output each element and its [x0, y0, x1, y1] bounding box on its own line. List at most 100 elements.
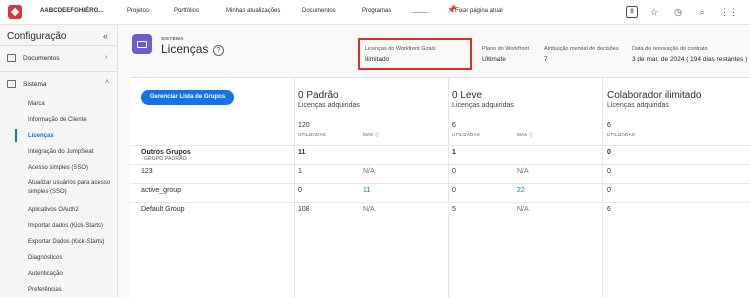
decisions-label: Atribuição mensal de decisões: [544, 46, 619, 52]
pin-page-link[interactable]: Fixar página atual: [455, 8, 503, 14]
cell-standard-max-link[interactable]: 11: [363, 187, 370, 194]
sidebar-item-diagnostics[interactable]: Diagnósticos: [28, 254, 62, 262]
light-used-caption: UTILIZADAS: [452, 132, 481, 137]
org-name[interactable]: AABCDEEFGHIÉRG...: [40, 8, 104, 14]
sidebar-item-oauth2[interactable]: Aplicativos OAuth2: [28, 206, 79, 214]
row-divider: [130, 202, 750, 203]
top-navigation-bar: AABCDEEFGHIÉRG... Projetos Portfólios Mi…: [0, 0, 750, 25]
cell-contributor-used: 0: [607, 168, 611, 175]
page-title: Licenças: [161, 42, 209, 56]
cell-standard-used: 11: [298, 149, 306, 156]
standard-licenses-subtitle: Licenças adquiridas: [298, 102, 360, 109]
sidebar-item-sso[interactable]: Acesso simples (SSO): [28, 164, 88, 172]
light-max-caption[interactable]: MAX ⓘ: [517, 132, 534, 138]
sidebar-section-system[interactable]: Sistema: [7, 80, 46, 88]
nav-programs[interactable]: Programas: [362, 8, 391, 14]
table-row: Outros Grupos: [141, 149, 191, 156]
sidebar-item-preferences[interactable]: Preferências: [28, 286, 62, 294]
main-content: SISTEMA Licenças ? Licenças do Workfront…: [118, 25, 750, 298]
cell-light-used: 0: [452, 168, 456, 175]
plan-value: Ultimate: [482, 56, 506, 63]
sidebar-item-export-data[interactable]: Exportar Dados (Kick-Starts): [28, 238, 104, 246]
apps-grid-icon[interactable]: ⋮⋮: [720, 6, 738, 18]
goals-licenses-label: Licenças do Workfront Goals: [365, 46, 436, 52]
sidebar-item-update-users-sso-line2[interactable]: simples (SSO): [28, 188, 67, 196]
sidebar-item-customer-info[interactable]: Informação de Cliente: [28, 116, 87, 124]
sidebar-item-jumpseat[interactable]: Integração do JumpSeat: [28, 148, 93, 156]
standard-used-caption: UTILIZADAS: [298, 132, 327, 137]
sidebar-item-brand[interactable]: Marca: [28, 100, 45, 108]
folder-icon: [7, 54, 16, 62]
divider: [0, 71, 118, 72]
cell-light-max: N/A: [517, 206, 529, 213]
cell-standard-used: 1: [298, 168, 302, 175]
plan-label: Plano do Workfront: [482, 46, 529, 52]
column-divider: [602, 78, 603, 298]
system-settings-icon: [132, 34, 152, 54]
table-row: Default Group: [141, 206, 185, 213]
renewal-value: 3 de mar. de 2024 ( 194 dias restantes ): [632, 56, 748, 63]
collapse-sidebar-icon[interactable]: «: [103, 31, 108, 41]
nav-documents[interactable]: Documentos: [302, 8, 336, 14]
cell-standard-used: 0: [298, 187, 302, 194]
column-divider: [294, 78, 295, 298]
cell-standard-max: N/A: [363, 168, 375, 175]
cell-light-max-link[interactable]: 22: [517, 187, 525, 194]
setup-sidebar: Configuração « Documentos › Sistema ˄ Ma…: [0, 25, 118, 297]
table-row: 123: [141, 168, 153, 175]
decisions-value: 7: [544, 56, 548, 63]
column-divider: [448, 78, 449, 298]
row-divider: [130, 145, 750, 146]
nav-projects[interactable]: Projetos: [127, 8, 149, 14]
goals-licenses-value: Ilimitado: [365, 56, 390, 63]
nav-portfolios[interactable]: Portfólios: [174, 8, 199, 14]
contributor-used-total: 6: [607, 122, 611, 129]
cell-contributor-used: 0: [607, 149, 611, 156]
search-icon[interactable]: ⌕: [696, 6, 708, 18]
sidebar-section-label: Sistema: [23, 80, 47, 88]
light-used-total: 6: [452, 122, 456, 129]
table-row: active_group: [141, 187, 182, 194]
contributor-used-caption: UTILIZADAS: [607, 132, 636, 137]
contributor-licenses-title: Colaborador ilimitado: [607, 90, 702, 101]
cell-standard-max: N/A: [363, 206, 375, 213]
light-licenses-title: 0 Leve: [452, 90, 483, 101]
standard-max-caption[interactable]: MAX ⓘ: [363, 132, 380, 138]
cell-contributor-used: 0: [607, 187, 611, 194]
manage-group-list-button[interactable]: Gerenciar Lista de Grupos: [141, 90, 234, 105]
sidebar-item-authentication[interactable]: Autenticação: [28, 270, 63, 278]
licenses-table: Gerenciar Lista de Grupos GRUPO PADRÃO 0…: [130, 77, 750, 298]
sidebar-section-documents[interactable]: Documentos: [7, 54, 60, 62]
light-licenses-subtitle: Licenças adquiridas: [452, 102, 514, 109]
chevron-right-icon[interactable]: ›: [105, 54, 107, 61]
standard-used-total: 120: [298, 122, 310, 129]
default-group-caption: GRUPO PADRÃO: [144, 156, 187, 162]
system-icon: [7, 80, 16, 88]
standard-licenses-title: 0 Padrão: [298, 90, 339, 101]
sidebar-title: Configuração: [7, 31, 67, 42]
sidebar-item-update-users-sso[interactable]: Atualizar usuários para acesso: [28, 179, 110, 187]
sidebar-item-licenses[interactable]: Licenças: [28, 132, 54, 140]
chevron-up-icon[interactable]: ˄: [105, 79, 109, 86]
divider: [0, 45, 118, 46]
cell-light-used: 5: [452, 206, 456, 213]
history-icon[interactable]: ◷: [672, 6, 684, 18]
notifications-badge[interactable]: 0: [626, 6, 638, 18]
cell-light-used: 1: [452, 149, 456, 156]
row-divider: [130, 183, 750, 184]
cell-light-max: N/A: [517, 168, 529, 175]
sidebar-section-label: Documentos: [23, 54, 60, 62]
cell-standard-used: 108: [298, 206, 310, 213]
nav-placeholder-divider: [412, 12, 428, 13]
nav-my-updates[interactable]: Minhas atualizações: [226, 8, 280, 14]
page-kicker: SISTEMA: [161, 36, 184, 41]
cell-light-used: 0: [452, 187, 456, 194]
contributor-licenses-subtitle: Licenças adquiridas: [607, 102, 669, 109]
help-icon[interactable]: ?: [213, 45, 224, 56]
cell-contributor-used: 6: [607, 206, 611, 213]
workfront-logo-icon[interactable]: [8, 5, 22, 19]
highlight-box: [358, 38, 472, 70]
star-icon[interactable]: ☆: [648, 6, 660, 18]
row-divider: [130, 164, 750, 165]
sidebar-item-import-data[interactable]: Importar dados (Kick-Starts): [28, 222, 103, 230]
